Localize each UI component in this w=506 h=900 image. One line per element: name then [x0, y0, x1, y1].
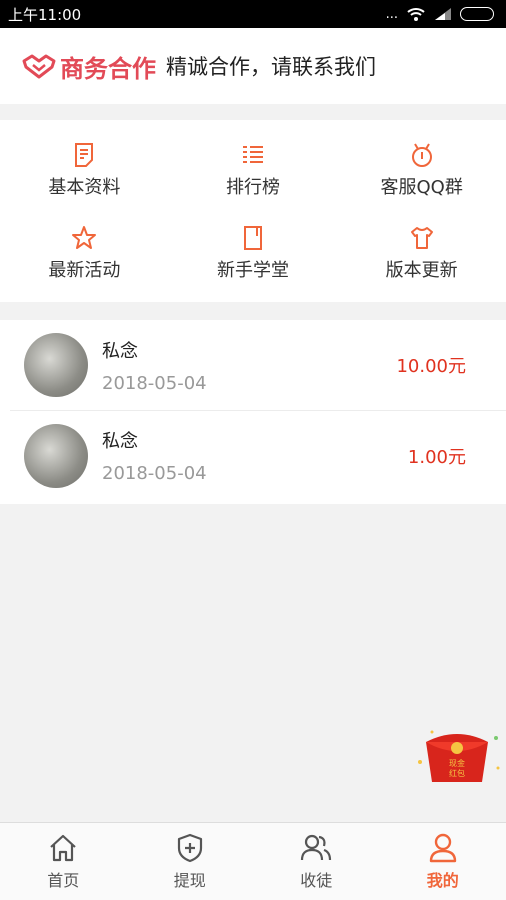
- star-icon: [72, 225, 97, 249]
- bottom-tab-bar: 首页 提现 收徒 我的: [0, 822, 506, 900]
- record-name: 私念: [102, 340, 138, 362]
- menu-item-label: 基本资料: [48, 176, 121, 198]
- battery-icon: [460, 7, 494, 21]
- menu-item-beginner-school[interactable]: 新手学堂: [169, 211, 338, 294]
- signal-icon: [435, 8, 451, 20]
- menu-item-latest-events[interactable]: 最新活动: [0, 211, 169, 294]
- menu-item-basic-info[interactable]: 基本资料: [0, 128, 169, 211]
- book-icon: [243, 225, 262, 250]
- tab-label: 我的: [426, 871, 459, 890]
- users-icon: [301, 834, 332, 861]
- record-amount: 10.00元: [396, 356, 466, 377]
- menu-item-label: 最新活动: [48, 259, 121, 281]
- handshake-icon: [22, 54, 56, 79]
- business-cooperation-banner[interactable]: 商务合作 精诚合作，请联系我们: [0, 28, 506, 104]
- menu-item-label: 版本更新: [385, 259, 458, 281]
- banner-text: 精诚合作，请联系我们: [166, 55, 376, 79]
- status-icons: ...: [386, 6, 494, 22]
- tab-home[interactable]: 首页: [0, 823, 127, 900]
- red-envelope-icon[interactable]: 现金 红包: [412, 720, 502, 790]
- qq-group-icon: [411, 142, 432, 167]
- list-item[interactable]: 私念 2018-05-04 1.00元: [10, 410, 506, 500]
- record-info: 私念 2018-05-04: [102, 427, 408, 484]
- signal-dots: ...: [385, 6, 398, 22]
- cooperation-logo: 商务合作: [22, 49, 156, 84]
- document-icon: [75, 142, 94, 167]
- record-amount: 1.00元: [407, 446, 466, 468]
- menu-item-label: 新手学堂: [216, 259, 289, 281]
- tab-withdraw[interactable]: 提现: [127, 823, 254, 900]
- tab-label: 收徒: [300, 871, 333, 890]
- red-envelope-text-1: 现金: [449, 758, 465, 768]
- tab-apprentice[interactable]: 收徒: [253, 823, 380, 900]
- logo-text: 商务合作: [60, 54, 156, 83]
- tab-label: 提现: [173, 871, 206, 890]
- record-date: 2018-05-04: [102, 463, 207, 484]
- red-envelope-text-2: 红包: [449, 768, 465, 778]
- menu-item-label: 排行榜: [225, 176, 280, 198]
- shirt-icon: [410, 226, 433, 249]
- home-icon: [50, 834, 76, 862]
- profile-icon: [429, 833, 456, 863]
- status-bar: 上午11:00 ...: [0, 0, 506, 28]
- record-name: 私念: [102, 431, 138, 452]
- record-info: 私念 2018-05-04: [102, 337, 396, 394]
- wifi-icon: [407, 8, 425, 21]
- menu-item-version-update[interactable]: 版本更新: [337, 211, 506, 294]
- record-date: 2018-05-04: [102, 372, 207, 394]
- avatar: [24, 333, 88, 397]
- feature-menu: 基本资料 排行榜 客服QQ群 最新活动 新手学堂 版本更新: [0, 120, 506, 302]
- status-time: 上午11:00: [8, 5, 82, 24]
- list-item[interactable]: 私念 2018-05-04 10.00元: [0, 320, 506, 410]
- withdraw-shield-icon: [177, 833, 202, 863]
- menu-item-ranking[interactable]: 排行榜: [169, 128, 338, 211]
- avatar: [24, 423, 88, 488]
- menu-item-label: 客服QQ群: [380, 176, 463, 198]
- tab-mine[interactable]: 我的: [380, 823, 506, 900]
- tab-label: 首页: [47, 871, 80, 890]
- ranking-icon: [242, 145, 263, 163]
- menu-item-qq-group[interactable]: 客服QQ群: [337, 128, 506, 211]
- income-record-list: 私念 2018-05-04 10.00元 私念 2018-05-04 1.00元: [0, 320, 506, 504]
